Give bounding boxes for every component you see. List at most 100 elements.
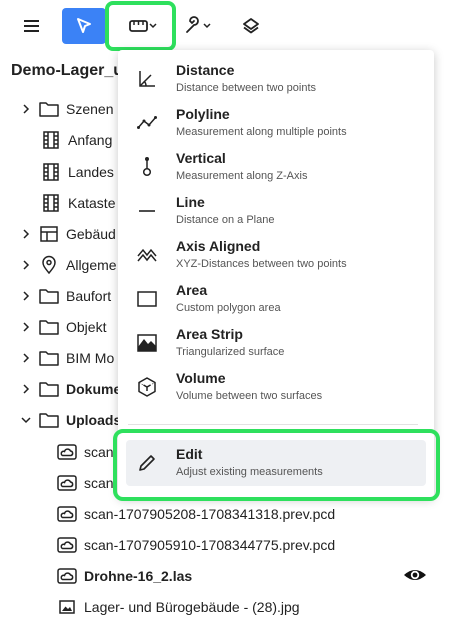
tree-item[interactable]: Gebäud bbox=[18, 219, 116, 249]
tree-item-label: scan bbox=[84, 475, 114, 491]
project-title: Demo-Lager_u bbox=[11, 62, 124, 79]
tree-item[interactable]: Drohne-16_2.las bbox=[56, 561, 192, 591]
tree-item[interactable]: Landes bbox=[40, 157, 114, 187]
measure-dropdown-menu: Edit Adjust existing measurements Distan… bbox=[118, 50, 434, 498]
menu-item-vertical[interactable]: Vertical Measurement along Z-Axis bbox=[118, 144, 434, 188]
menu-item-title: Axis Aligned bbox=[176, 238, 261, 254]
menu-item-volume[interactable]: Volume Volume between two surfaces bbox=[118, 364, 434, 408]
menu-item-title: Line bbox=[176, 194, 205, 210]
tree-item-label: scan-1707905910-1708344775.prev.pcd bbox=[84, 537, 336, 553]
chevron-right-icon[interactable] bbox=[18, 381, 34, 397]
folder-icon bbox=[38, 99, 60, 119]
tree-item-label: BIM Mo bbox=[66, 350, 115, 366]
chevron-right-icon[interactable] bbox=[18, 101, 34, 117]
tree-item-label: Kataste bbox=[68, 195, 116, 211]
tools-button[interactable] bbox=[178, 8, 218, 44]
tree-item[interactable]: scan bbox=[56, 468, 114, 498]
chevron-right-icon[interactable] bbox=[18, 226, 34, 242]
tree-item[interactable]: Objekt bbox=[18, 312, 106, 342]
tree-item[interactable]: Uploads bbox=[18, 405, 121, 435]
polyline-icon bbox=[136, 112, 158, 134]
area-strip-icon bbox=[136, 332, 158, 354]
menu-item-description: XYZ-Distances between two points bbox=[176, 258, 347, 270]
chevron-right-icon[interactable] bbox=[18, 319, 34, 335]
select-tool-button[interactable] bbox=[62, 8, 106, 44]
visibility-toggle[interactable] bbox=[402, 565, 428, 585]
menu-item-axis-aligned[interactable]: Axis Aligned XYZ-Distances between two po… bbox=[118, 232, 434, 276]
tree-item-label: scan-1707905208-1708341318.prev.pcd bbox=[84, 506, 336, 522]
menu-item-area[interactable]: Area Custom polygon area bbox=[118, 276, 434, 320]
cloud-icon bbox=[56, 566, 78, 586]
menu-item-area-strip[interactable]: Area Strip Triangularized surface bbox=[118, 320, 434, 364]
menu-item-description: Distance between two points bbox=[176, 82, 317, 94]
menu-item-title: Edit bbox=[176, 446, 203, 462]
cloud-icon bbox=[56, 504, 78, 524]
menu-divider bbox=[128, 424, 418, 425]
tree-item-label: Uploads bbox=[66, 412, 122, 428]
axis-aligned-icon bbox=[136, 244, 158, 266]
tree-item-label: Szenen bbox=[66, 101, 114, 117]
menu-item-line[interactable]: Line Distance on a Plane bbox=[118, 188, 434, 232]
menu-item-description: Measurement along Z-Axis bbox=[176, 170, 308, 182]
tree-item-label: Anfang bbox=[68, 132, 113, 148]
folder-icon bbox=[38, 410, 60, 430]
film-icon bbox=[40, 130, 62, 150]
film-icon bbox=[40, 193, 62, 213]
chevron-right-icon[interactable] bbox=[18, 257, 34, 273]
menu-button[interactable] bbox=[14, 10, 48, 42]
tree-item-label: Lager- und Bürogebäude - (28).jpg bbox=[84, 599, 300, 615]
line-icon bbox=[136, 200, 158, 222]
cloud-icon bbox=[56, 442, 78, 462]
menu-item-title: Area Strip bbox=[176, 326, 243, 342]
menu-item-description: Adjust existing measurements bbox=[176, 466, 323, 478]
volume-icon bbox=[136, 376, 158, 398]
eye-icon bbox=[404, 570, 426, 580]
folder-icon bbox=[38, 348, 60, 368]
menu-item-distance[interactable]: Distance Distance between two points bbox=[118, 56, 434, 100]
toolbar bbox=[0, 0, 466, 50]
tree-item[interactable]: Anfang bbox=[40, 125, 112, 155]
tree-item[interactable]: Lager- und Bürogebäude - (28).jpg bbox=[56, 592, 300, 622]
tree-item-label: Allgeme bbox=[66, 257, 117, 273]
distance-icon bbox=[136, 68, 158, 90]
tree-item[interactable]: Baufort bbox=[18, 281, 111, 311]
menu-item-description: Distance on a Plane bbox=[176, 214, 275, 226]
menu-item-title: Distance bbox=[176, 62, 235, 78]
menu-item-description: Custom polygon area bbox=[176, 302, 281, 314]
chevron-right-icon[interactable] bbox=[18, 288, 34, 304]
chevron-down-icon[interactable] bbox=[18, 412, 34, 428]
pointer-icon bbox=[77, 18, 91, 33]
ruler-icon bbox=[129, 20, 157, 32]
pencil-icon bbox=[136, 452, 158, 474]
tree-item[interactable]: Szenen bbox=[18, 94, 113, 124]
menu-item-title: Polyline bbox=[176, 106, 230, 122]
tree-item[interactable]: scan bbox=[56, 437, 114, 467]
tree-item[interactable]: scan-1707905910-1708344775.prev.pcd bbox=[56, 530, 335, 560]
menu-item-edit[interactable]: Edit Adjust existing measurements bbox=[126, 440, 426, 486]
measure-tool-button[interactable] bbox=[108, 6, 174, 46]
table-icon bbox=[38, 224, 60, 244]
tree-item-label: Dokume bbox=[66, 381, 122, 397]
menu-icon bbox=[24, 20, 39, 22]
tree-item-label: Baufort bbox=[66, 288, 112, 304]
tree-item[interactable]: scan-1707905208-1708341318.prev.pcd bbox=[56, 499, 335, 529]
tree-item-label: Objekt bbox=[66, 319, 107, 335]
tree-item[interactable]: Allgeme bbox=[18, 250, 117, 280]
menu-item-title: Vertical bbox=[176, 150, 226, 166]
layers-icon bbox=[243, 18, 259, 34]
cloud-icon bbox=[56, 535, 78, 555]
chevron-right-icon[interactable] bbox=[18, 350, 34, 366]
folder-icon bbox=[38, 379, 60, 399]
tree-item-label: Gebäud bbox=[66, 226, 116, 242]
menu-item-title: Volume bbox=[176, 370, 226, 386]
vertical-icon bbox=[136, 156, 158, 178]
tree-item[interactable]: Kataste bbox=[40, 188, 115, 218]
folder-icon bbox=[38, 317, 60, 337]
tree-item[interactable]: Dokume bbox=[18, 374, 121, 404]
tree-item[interactable]: BIM Mo bbox=[18, 343, 114, 373]
layers-button[interactable] bbox=[232, 8, 270, 44]
image-icon bbox=[56, 597, 78, 617]
tree-item-label: Landes bbox=[68, 164, 114, 180]
film-icon bbox=[40, 162, 62, 182]
menu-item-polyline[interactable]: Polyline Measurement along multiple point… bbox=[118, 100, 434, 144]
